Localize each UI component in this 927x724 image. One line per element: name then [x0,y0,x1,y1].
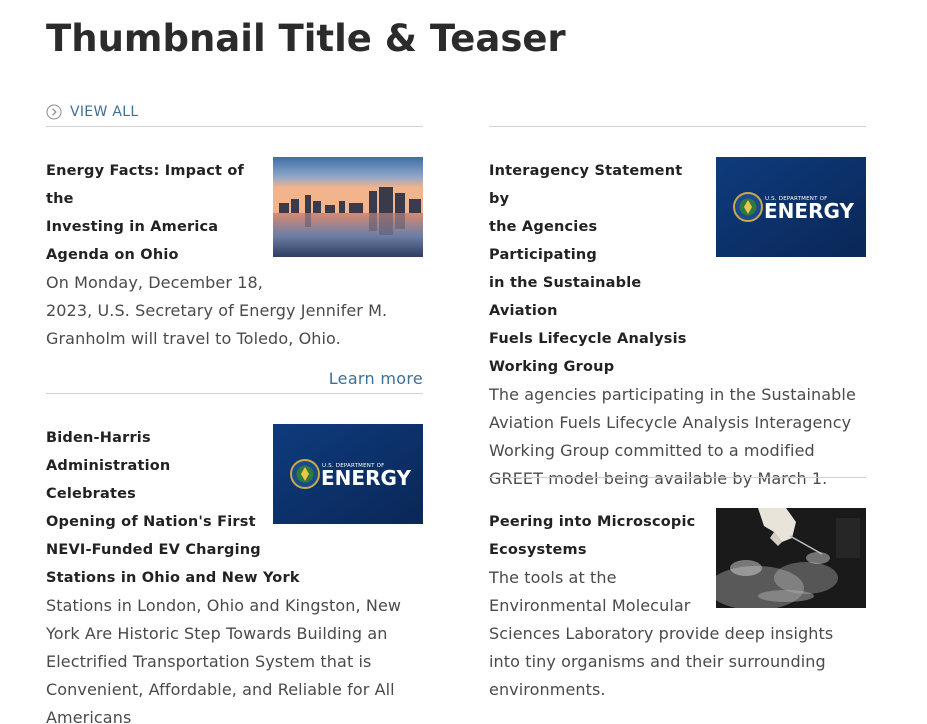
article-card: U.S. DEPARTMENT OF ENERGY Biden-Harris A… [46,424,423,724]
left-column: Energy Facts: Impact of the Investing in… [46,0,423,724]
teaser-line: Sciences Laboratory provide deep insight… [489,624,834,643]
teaser-line: Electrified Transportation System that i… [46,652,372,671]
article-card: Peering into Microscopic Ecosystems The … [489,508,866,704]
article-card: Energy Facts: Impact of the Investing in… [46,157,423,391]
title-line: NEVI-Funded EV Charging [46,542,261,558]
divider [489,126,866,127]
teaser-line: into tiny organisms and their surroundin… [489,652,826,671]
teaser-line: Americans [46,708,132,724]
teaser-line: Working Group committed to a modified [489,441,815,460]
title-line: Peering into Microscopic [489,514,696,530]
title-line: Stations in Ohio and New York [46,570,300,586]
title-line: Investing in America [46,219,219,235]
teaser-line: Granholm will travel to Toledo, Ohio. [46,329,341,348]
doe-energy-logo[interactable]: U.S. DEPARTMENT OF ENERGY [716,157,866,257]
divider [46,393,423,394]
title-line: Working Group [489,359,615,375]
title-line: Biden-Harris [46,430,151,446]
right-column: U.S. DEPARTMENT OF ENERGY Interagency St… [489,0,866,724]
article-title[interactable]: Peering into Microscopic Ecosystems [489,508,704,564]
article-title[interactable]: Interagency Statement by the Agencies Pa… [489,157,704,381]
learn-more-link[interactable]: Learn more [46,367,423,391]
title-line: Energy Facts: Impact of the [46,163,245,207]
article-title[interactable]: Energy Facts: Impact of the Investing in… [46,157,261,269]
teaser-line: The agencies participating in the Sustai… [489,385,856,404]
teaser-line: Convenient, Affordable, and Reliable for… [46,680,395,699]
title-line: Agenda on Ohio [46,247,179,263]
divider [46,126,423,127]
teaser-line: York Are Historic Step Towards Building … [46,624,388,643]
doe-energy-logo[interactable]: U.S. DEPARTMENT OF ENERGY [273,424,423,524]
teaser-line: 2023, U.S. Secretary of Energy Jennifer … [46,301,388,320]
svg-text:ENERGY: ENERGY [321,466,411,490]
title-line: in the Sustainable Aviation [489,275,642,319]
title-line: Interagency Statement by [489,163,683,207]
title-line: Opening of Nation's First [46,514,256,530]
title-line: Ecosystems [489,542,587,558]
teaser-line: On Monday, December 18, [46,273,263,292]
teaser-line: environments. [489,680,606,699]
toledo-skyline-photo[interactable] [273,157,423,257]
divider [489,477,866,478]
article-teaser: Stations in London, Ohio and Kingston, N… [46,592,423,724]
lab-gloved-hand-photo[interactable] [716,508,866,608]
article-card: U.S. DEPARTMENT OF ENERGY Interagency St… [489,157,866,531]
article-title[interactable]: Biden-Harris Administration Celebrates O… [46,424,299,592]
title-line: Fuels Lifecycle Analysis [489,331,687,347]
title-line: Administration Celebrates [46,458,171,502]
teaser-line: Aviation Fuels Lifecycle Analysis Intera… [489,413,852,432]
article-teaser: On Monday, December 18, 2023, U.S. Secre… [46,269,423,353]
title-line: the Agencies Participating [489,219,598,263]
svg-text:ENERGY: ENERGY [764,199,854,223]
teaser-line: Stations in London, Ohio and Kingston, N… [46,596,402,615]
teaser-line: GREET model being available by March 1. [489,469,828,488]
